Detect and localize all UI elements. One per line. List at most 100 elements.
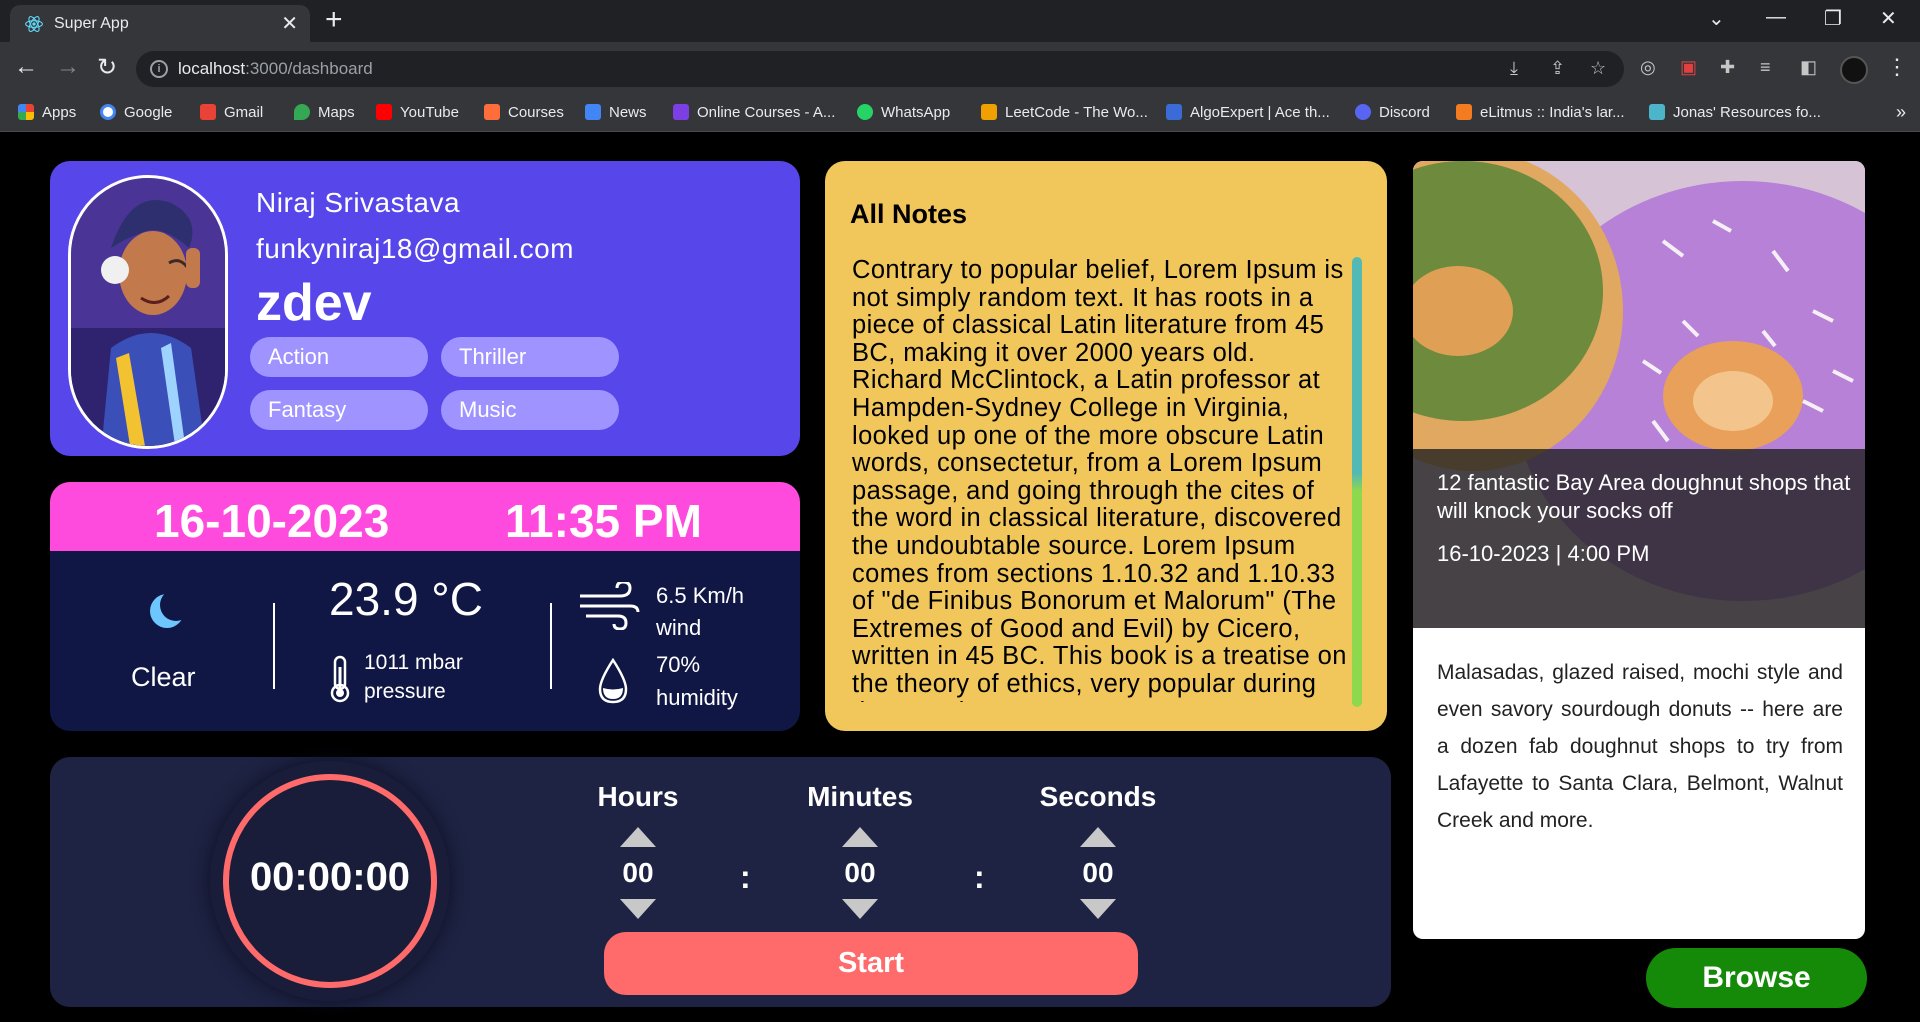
- category-chip[interactable]: Action: [250, 337, 428, 377]
- weather-divider: [550, 603, 552, 689]
- tab-title: Super App: [54, 15, 129, 32]
- weather-time: 11:35 PM: [505, 495, 702, 547]
- bookmark-label: Courses: [508, 104, 564, 121]
- timer-display: 00:00:00: [249, 855, 411, 899]
- bookmark-label: AlgoExpert | Ace th...: [1190, 104, 1330, 121]
- install-icon[interactable]: ⤓: [1510, 58, 1518, 79]
- bookmark-star-icon[interactable]: ☆: [1590, 58, 1606, 79]
- humidity-value: 70%: [656, 652, 701, 677]
- extensions-puzzle-icon[interactable]: ✚: [1720, 57, 1735, 78]
- bookmark-online-courses[interactable]: Online Courses - A...: [673, 104, 835, 121]
- notes-scrollbar[interactable]: [1352, 257, 1362, 707]
- whatsapp-icon: [857, 104, 873, 120]
- hours-up-icon[interactable]: [620, 827, 656, 847]
- bookmark-discord[interactable]: Discord: [1355, 104, 1430, 121]
- bookmark-youtube[interactable]: YouTube: [376, 104, 459, 121]
- weather-condition: Clear: [131, 662, 196, 692]
- site-info-icon[interactable]: i: [150, 60, 168, 78]
- side-panel-icon[interactable]: ◧: [1800, 57, 1817, 78]
- window-close-icon[interactable]: ✕: [1880, 6, 1897, 31]
- category-chip[interactable]: Music: [441, 390, 619, 430]
- browser-tab-bar: Super App ✕ + ⌄ — ❐ ✕: [0, 0, 1920, 42]
- hours-down-icon[interactable]: [620, 899, 656, 919]
- back-icon[interactable]: ←: [14, 53, 38, 81]
- user-avatar: [68, 175, 228, 449]
- bookmark-label: eLitmus :: India's lar...: [1480, 104, 1625, 121]
- category-chip[interactable]: Fantasy: [250, 390, 428, 430]
- browser-tab[interactable]: Super App ✕: [10, 5, 310, 42]
- pressure-value: 1011 mbar: [364, 651, 463, 674]
- bookmark-label: Gmail: [224, 104, 264, 121]
- maps-icon: [294, 104, 310, 120]
- bookmark-maps[interactable]: Maps: [294, 104, 355, 121]
- url-host: localhost: [178, 59, 246, 78]
- minutes-down-icon[interactable]: [842, 899, 878, 919]
- weather-divider: [273, 603, 275, 689]
- pressure-label: pressure: [364, 680, 446, 703]
- address-bar[interactable]: i localhost:3000/dashboard ⤓ ⇪ ☆: [136, 51, 1624, 87]
- bookmark-google[interactable]: Google: [100, 104, 172, 121]
- leetcode-icon: [981, 104, 997, 120]
- seconds-up-icon[interactable]: [1080, 827, 1116, 847]
- url-path: :3000/dashboard: [245, 59, 373, 78]
- seconds-column: Seconds 00: [1018, 781, 1178, 919]
- tab-close-icon[interactable]: ✕: [281, 11, 298, 36]
- new-tab-button[interactable]: +: [325, 3, 343, 37]
- minutes-value: 00: [844, 857, 876, 888]
- pressure-info: 1011 mbar pressure: [364, 648, 463, 706]
- start-button[interactable]: Start: [604, 932, 1138, 995]
- timer-card: 00:00:00 Hours 00 : Minutes 00 : Seconds…: [50, 757, 1391, 1007]
- browser-menu-icon[interactable]: ⋮: [1886, 54, 1908, 80]
- browse-button[interactable]: Browse: [1646, 948, 1867, 1008]
- seconds-down-icon[interactable]: [1080, 899, 1116, 919]
- wind-label: wind: [656, 615, 702, 640]
- share-icon[interactable]: ⇪: [1550, 58, 1565, 79]
- time-separator: :: [740, 859, 751, 895]
- minimize-icon[interactable]: —: [1766, 6, 1786, 29]
- bookmark-leetcode[interactable]: LeetCode - The Wo...: [981, 104, 1148, 121]
- category-chip[interactable]: Thriller: [441, 337, 619, 377]
- news-card: 12 fantastic Bay Area doughnut shops tha…: [1413, 161, 1865, 939]
- bookmark-label: LeetCode - The Wo...: [1005, 104, 1148, 121]
- seconds-value: 00: [1082, 857, 1114, 888]
- forward-icon[interactable]: →: [56, 53, 80, 81]
- minutes-up-icon[interactable]: [842, 827, 878, 847]
- restore-icon[interactable]: ❐: [1824, 6, 1842, 31]
- bookmark-whatsapp[interactable]: WhatsApp: [857, 104, 950, 121]
- browser-toolbar: ← → ↻ i localhost:3000/dashboard ⤓ ⇪ ☆ ◎…: [0, 42, 1920, 96]
- hours-column: Hours 00: [558, 781, 718, 919]
- extension-target-icon[interactable]: ◎: [1640, 57, 1656, 78]
- reload-icon[interactable]: ↻: [97, 53, 117, 82]
- discord-icon: [1355, 104, 1371, 120]
- media-control-icon[interactable]: ≡: [1760, 57, 1771, 78]
- bookmark-label: Discord: [1379, 104, 1430, 121]
- profile-avatar[interactable]: [1840, 56, 1868, 84]
- news-icon: [585, 104, 601, 120]
- extension-red-icon[interactable]: ▣: [1680, 57, 1697, 78]
- wind-value: 6.5 Km/h: [656, 583, 745, 608]
- moon-icon: [150, 590, 185, 628]
- notes-textarea[interactable]: Contrary to popular belief, Lorem Ipsum …: [852, 257, 1352, 702]
- bookmark-jonas[interactable]: Jonas' Resources fo...: [1649, 104, 1821, 121]
- user-name: Niraj Srivastava: [256, 187, 461, 218]
- timer-ring: 00:00:00: [210, 761, 450, 1001]
- jonas-icon: [1649, 104, 1665, 120]
- news-title[interactable]: 12 fantastic Bay Area doughnut shops tha…: [1437, 469, 1857, 525]
- apps-grid-icon: [18, 104, 34, 120]
- bookmark-label: YouTube: [400, 104, 459, 121]
- tab-search-icon[interactable]: ⌄: [1708, 6, 1725, 31]
- bookmark-news[interactable]: News: [585, 104, 647, 121]
- courses-icon: [484, 104, 500, 120]
- weather-card: 16-10-2023 11:35 PM Clear 23.9 °C 1011 m…: [50, 482, 800, 731]
- bookmark-gmail[interactable]: Gmail: [200, 104, 263, 121]
- bookmark-apps[interactable]: Apps: [18, 104, 76, 121]
- wind-icon: [580, 582, 640, 630]
- url-text[interactable]: localhost:3000/dashboard: [178, 59, 373, 79]
- bookmark-elitmus[interactable]: eLitmus :: India's lar...: [1456, 104, 1625, 121]
- bookmark-courses[interactable]: Courses: [484, 104, 564, 121]
- seconds-label: Seconds: [1039, 781, 1157, 812]
- notes-card: All Notes Contrary to popular belief, Lo…: [825, 161, 1387, 731]
- bookmark-algoexpert[interactable]: AlgoExpert | Ace th...: [1166, 104, 1330, 121]
- weather-header: 16-10-2023 11:35 PM: [50, 482, 800, 551]
- bookmarks-overflow-icon[interactable]: »: [1896, 102, 1906, 123]
